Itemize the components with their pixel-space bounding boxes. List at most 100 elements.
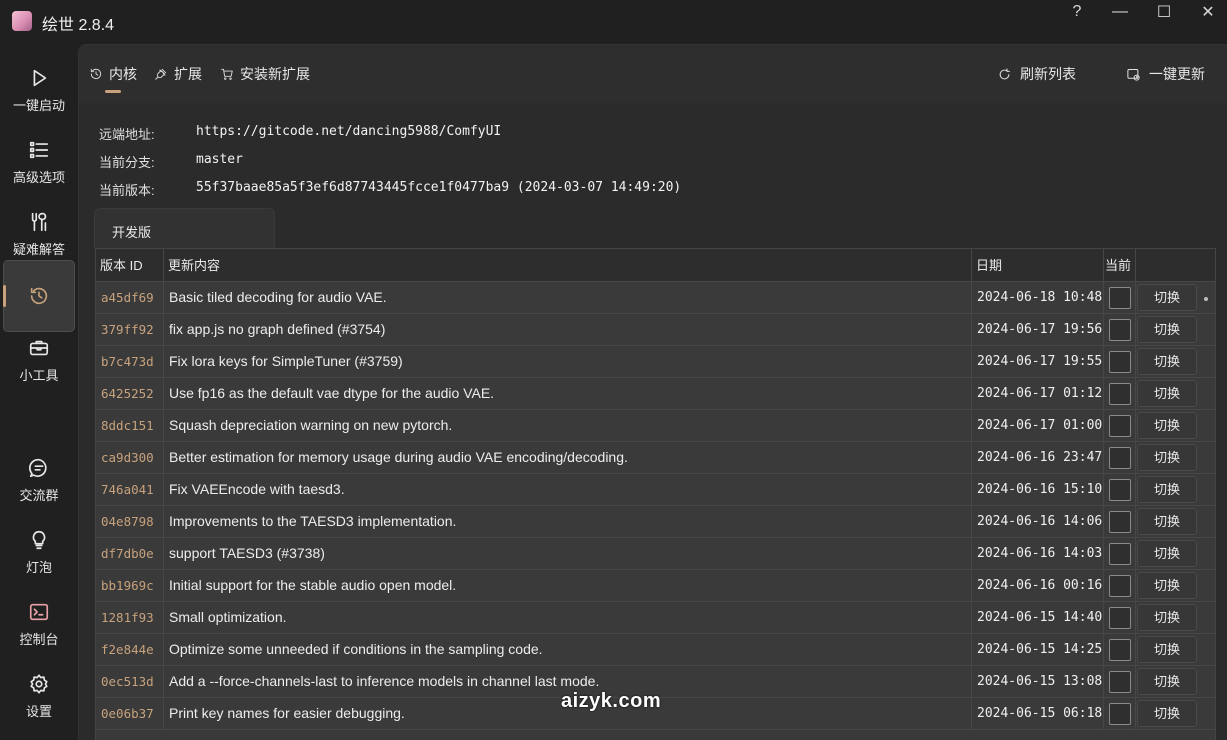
tab-bar: 内核 扩展 安装新扩展 刷新列表 一键更新	[79, 45, 1227, 103]
table-row[interactable]: 04e8798 Improvements to the TAESD3 implem…	[96, 506, 1215, 538]
switch-button[interactable]: 切换	[1137, 700, 1197, 727]
current-checkbox[interactable]	[1108, 542, 1131, 565]
maximize-button[interactable]: ☐	[1142, 2, 1186, 22]
switch-button[interactable]: 切换	[1137, 316, 1197, 343]
current-checkbox[interactable]	[1108, 382, 1131, 405]
update-all-button[interactable]: 一键更新	[1126, 63, 1205, 85]
nav-item-console[interactable]: 控制台	[3, 588, 75, 660]
switch-button[interactable]: 切换	[1137, 668, 1197, 695]
table-row[interactable]: 746a041 Fix VAEEncode with taesd3. 2024-06…	[96, 474, 1215, 506]
window-title: 绘世 2.8.4	[42, 17, 115, 34]
switch-button[interactable]: 切换	[1137, 412, 1197, 439]
table-row[interactable]: bb1969c Initial support for the stable au…	[96, 570, 1215, 602]
commit-id: 379ff92	[96, 314, 164, 345]
action-cell: 切换	[1136, 410, 1198, 441]
table-row[interactable]: b7c473d Fix lora keys for SimpleTuner (#3…	[96, 346, 1215, 378]
current-checkbox[interactable]	[1108, 638, 1131, 661]
commit-message: Improvements to the TAESD3 implementatio…	[164, 506, 972, 537]
commit-id: 0ec513d	[96, 666, 164, 697]
tab-extensions[interactable]: 扩展	[154, 63, 202, 85]
switch-button[interactable]: 切换	[1137, 476, 1197, 503]
current-checkbox[interactable]	[1108, 318, 1131, 341]
branch-row: 当前分支: master	[99, 152, 243, 171]
table-row[interactable]: f2e844e Optimize some unneeded if conditi…	[96, 634, 1215, 666]
nav-item-launch[interactable]: 一键启动	[3, 54, 75, 126]
table-row[interactable]: ca9d300 Better estimation for memory usag…	[96, 442, 1215, 474]
commit-date: 2024-06-17 19:55	[972, 346, 1104, 377]
commit-date: 2024-06-17 01:12	[972, 378, 1104, 409]
current-cell	[1104, 474, 1136, 505]
current-checkbox[interactable]	[1108, 510, 1131, 533]
close-button[interactable]: ✕	[1186, 2, 1227, 22]
app-logo-icon	[12, 11, 32, 31]
console-icon	[29, 603, 49, 620]
commit-id: 6425252	[96, 378, 164, 409]
switch-button[interactable]: 切换	[1137, 604, 1197, 631]
commit-date: 2024-06-16 14:03	[972, 538, 1104, 569]
help-button[interactable]: ?	[1055, 2, 1099, 22]
minimize-button[interactable]: —	[1098, 2, 1142, 22]
current-checkbox[interactable]	[1108, 702, 1131, 725]
branch-tab-dev[interactable]: 开发版	[94, 208, 275, 248]
switch-button[interactable]: 切换	[1137, 348, 1197, 375]
tab-active-indicator	[105, 90, 121, 93]
tab-extensions-label: 扩展	[174, 66, 202, 82]
column-header-date[interactable]: 日期	[972, 249, 1104, 282]
nav-item-settings[interactable]: 设置	[3, 660, 75, 732]
switch-button[interactable]: 切换	[1137, 540, 1197, 567]
table-row[interactable]: a45df69 Basic tiled decoding for audio VA…	[96, 282, 1215, 314]
current-cell	[1104, 698, 1136, 729]
table-row[interactable]: 1281f93 Small optimization. 2024-06-15 14:…	[96, 602, 1215, 634]
nav-label: 高级选项	[12, 169, 65, 185]
action-cell: 切换	[1136, 570, 1198, 601]
remote-url-label: 远端地址:	[99, 127, 155, 142]
tab-install-label: 安装新扩展	[240, 66, 310, 82]
commit-date: 2024-06-15 14:40	[972, 602, 1104, 633]
tab-install-extension[interactable]: 安装新扩展	[220, 63, 310, 85]
tab-core[interactable]: 内核	[89, 63, 137, 85]
current-checkbox[interactable]	[1108, 574, 1131, 597]
current-checkbox[interactable]	[1108, 478, 1131, 501]
commit-id: a45df69	[96, 282, 164, 313]
current-cell	[1104, 538, 1136, 569]
current-checkbox[interactable]	[1108, 606, 1131, 629]
switch-button[interactable]: 切换	[1137, 444, 1197, 471]
nav-item-advanced[interactable]: 高级选项	[3, 126, 75, 198]
commit-message: Squash depreciation warning on new pytor…	[164, 410, 972, 441]
commit-message: Fix lora keys for SimpleTuner (#3759)	[164, 346, 972, 377]
switch-button[interactable]: 切换	[1137, 572, 1197, 599]
column-header-message[interactable]: 更新内容	[164, 249, 972, 282]
action-cell: 切换	[1136, 506, 1198, 537]
table-row[interactable]: 379ff92 fix app.js no graph defined (#375…	[96, 314, 1215, 346]
switch-button[interactable]: 切换	[1137, 508, 1197, 535]
current-checkbox[interactable]	[1108, 670, 1131, 693]
commit-message: Small optimization.	[164, 602, 972, 633]
commit-date: 2024-06-16 15:10	[972, 474, 1104, 505]
current-checkbox[interactable]	[1108, 286, 1131, 309]
column-header-id[interactable]: 版本 ID	[96, 249, 164, 282]
table-row[interactable]: 8ddc151 Squash depreciation warning on ne…	[96, 410, 1215, 442]
refresh-list-button[interactable]: 刷新列表	[997, 63, 1076, 85]
current-checkbox[interactable]	[1108, 446, 1131, 469]
switch-button[interactable]: 切换	[1137, 380, 1197, 407]
version-label: 当前版本:	[99, 183, 155, 198]
chat-icon	[28, 458, 47, 477]
current-cell	[1104, 410, 1136, 441]
nav-item-tools[interactable]: 小工具	[3, 324, 75, 396]
switch-button[interactable]: 切换	[1137, 284, 1197, 311]
nav-item-lightbulb[interactable]: 灯泡	[3, 516, 75, 588]
nav-item-version-history[interactable]	[3, 260, 75, 332]
refresh-label: 刷新列表	[1020, 66, 1076, 82]
commit-id: bb1969c	[96, 570, 164, 601]
current-checkbox[interactable]	[1108, 350, 1131, 373]
column-header-current[interactable]: 当前	[1104, 249, 1136, 282]
scrollbar-thumb[interactable]	[1204, 297, 1208, 301]
commit-message: Better estimation for memory usage durin…	[164, 442, 972, 473]
nav-item-community[interactable]: 交流群	[3, 444, 75, 516]
action-cell: 切换	[1136, 538, 1198, 569]
action-cell: 切换	[1136, 474, 1198, 505]
switch-button[interactable]: 切换	[1137, 636, 1197, 663]
table-row[interactable]: df7db0e support TAESD3 (#3738) 2024-06-16 …	[96, 538, 1215, 570]
table-row[interactable]: 6425252 Use fp16 as the default vae dtype…	[96, 378, 1215, 410]
current-checkbox[interactable]	[1108, 414, 1131, 437]
